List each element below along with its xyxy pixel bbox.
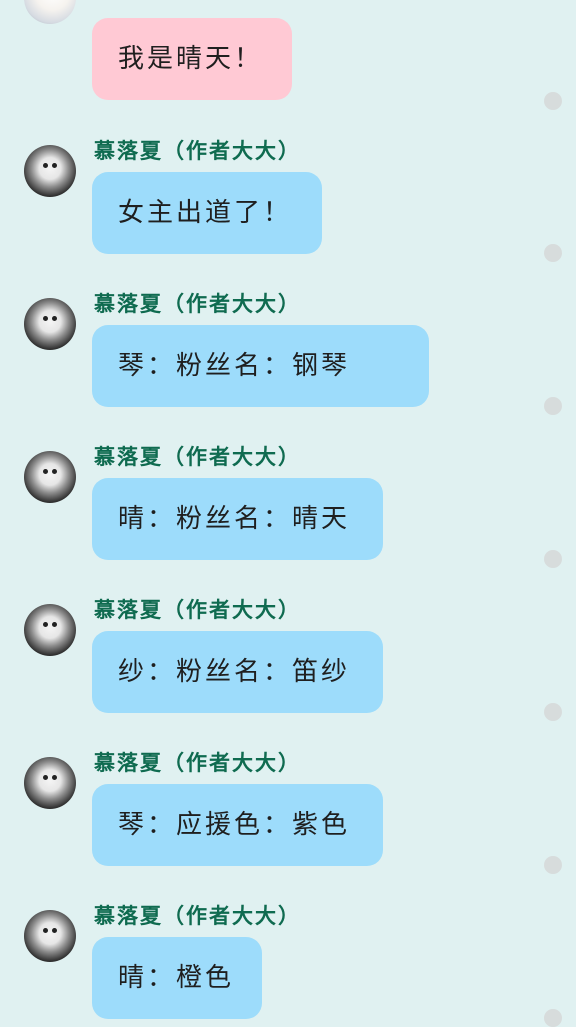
chat-view: 晴天 我是晴天！ 慕落夏（作者大大） 女主出道了！ 慕落夏（作者大大） 琴：粉丝… xyxy=(0,0,576,1027)
avatar[interactable] xyxy=(24,298,76,350)
status-dot xyxy=(544,92,562,110)
message-bubble[interactable]: 女主出道了！ xyxy=(92,172,322,254)
avatar[interactable] xyxy=(24,451,76,503)
sender-name: 慕落夏（作者大大） xyxy=(94,904,301,928)
sender-name: 晴天 xyxy=(94,0,140,4)
message-bubble[interactable]: 晴：橙色 xyxy=(92,937,262,1019)
status-dot xyxy=(544,703,562,721)
status-dot xyxy=(544,244,562,262)
message-bubble[interactable]: 晴：粉丝名：晴天 xyxy=(92,478,383,560)
sender-name: 慕落夏（作者大大） xyxy=(94,139,301,163)
message-bubble[interactable]: 琴：应援色：紫色 xyxy=(92,784,383,866)
avatar[interactable] xyxy=(24,757,76,809)
status-dot xyxy=(544,550,562,568)
message-bubble[interactable]: 琴：粉丝名：钢琴 xyxy=(92,325,429,407)
message-bubble[interactable]: 纱：粉丝名：笛纱 xyxy=(92,631,383,713)
avatar[interactable] xyxy=(24,0,76,24)
avatar[interactable] xyxy=(24,145,76,197)
avatar[interactable] xyxy=(24,910,76,962)
status-dot xyxy=(544,397,562,415)
status-dot xyxy=(544,856,562,874)
sender-name: 慕落夏（作者大大） xyxy=(94,751,301,775)
sender-name: 慕落夏（作者大大） xyxy=(94,445,301,469)
status-dot xyxy=(544,1009,562,1027)
avatar[interactable] xyxy=(24,604,76,656)
sender-name: 慕落夏（作者大大） xyxy=(94,292,301,316)
sender-name: 慕落夏（作者大大） xyxy=(94,598,301,622)
message-bubble[interactable]: 我是晴天！ xyxy=(92,18,292,100)
